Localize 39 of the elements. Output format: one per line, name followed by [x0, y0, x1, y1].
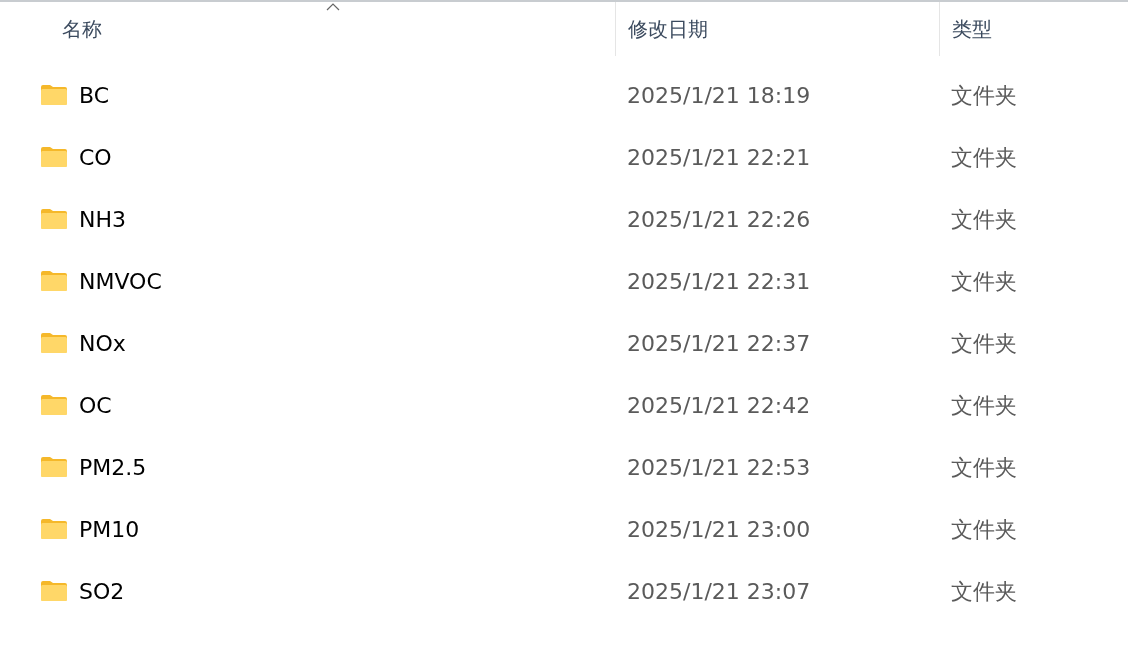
- file-name[interactable]: SO2: [79, 574, 125, 608]
- file-name[interactable]: CO: [79, 140, 112, 174]
- folder-icon: [40, 270, 68, 292]
- folder-icon: [40, 84, 68, 106]
- file-type: 文件夹: [951, 454, 1017, 480]
- file-name[interactable]: PM2.5: [79, 450, 147, 484]
- file-type: 文件夹: [951, 392, 1017, 418]
- folder-icon: [40, 332, 68, 354]
- file-type: 文件夹: [951, 268, 1017, 294]
- folder-icon: [40, 208, 68, 230]
- file-type: 文件夹: [951, 82, 1017, 108]
- modified-date: 2025/1/21 18:19: [627, 82, 811, 108]
- file-name[interactable]: BC: [79, 78, 110, 112]
- modified-date: 2025/1/21 22:26: [627, 206, 811, 232]
- column-header[interactable]: 名称: [62, 14, 102, 44]
- modified-date: 2025/1/21 22:21: [627, 144, 811, 170]
- modified-date: 2025/1/21 23:00: [627, 516, 811, 542]
- file-name[interactable]: NMVOC: [79, 264, 162, 298]
- folder-icon: [40, 580, 68, 602]
- column-header[interactable]: 修改日期: [628, 14, 708, 44]
- file-type: 文件夹: [951, 578, 1017, 604]
- file-name[interactable]: OC: [79, 388, 112, 422]
- file-name[interactable]: PM10: [79, 512, 140, 546]
- modified-date: 2025/1/21 22:53: [627, 454, 811, 480]
- modified-date: 2025/1/21 22:42: [627, 392, 811, 418]
- file-type: 文件夹: [951, 206, 1017, 232]
- folder-icon: [40, 518, 68, 540]
- column-header[interactable]: 类型: [952, 14, 992, 44]
- modified-date: 2025/1/21 23:07: [627, 578, 811, 604]
- folder-icon: [40, 456, 68, 478]
- file-type: 文件夹: [951, 330, 1017, 356]
- modified-date: 2025/1/21 22:37: [627, 330, 811, 356]
- file-type: 文件夹: [951, 144, 1017, 170]
- file-name[interactable]: NOx: [79, 326, 126, 360]
- modified-date: 2025/1/21 22:31: [627, 268, 811, 294]
- file-type: 文件夹: [951, 516, 1017, 542]
- file-name[interactable]: NH3: [79, 202, 126, 236]
- folder-icon: [40, 146, 68, 168]
- folder-icon: [40, 394, 68, 416]
